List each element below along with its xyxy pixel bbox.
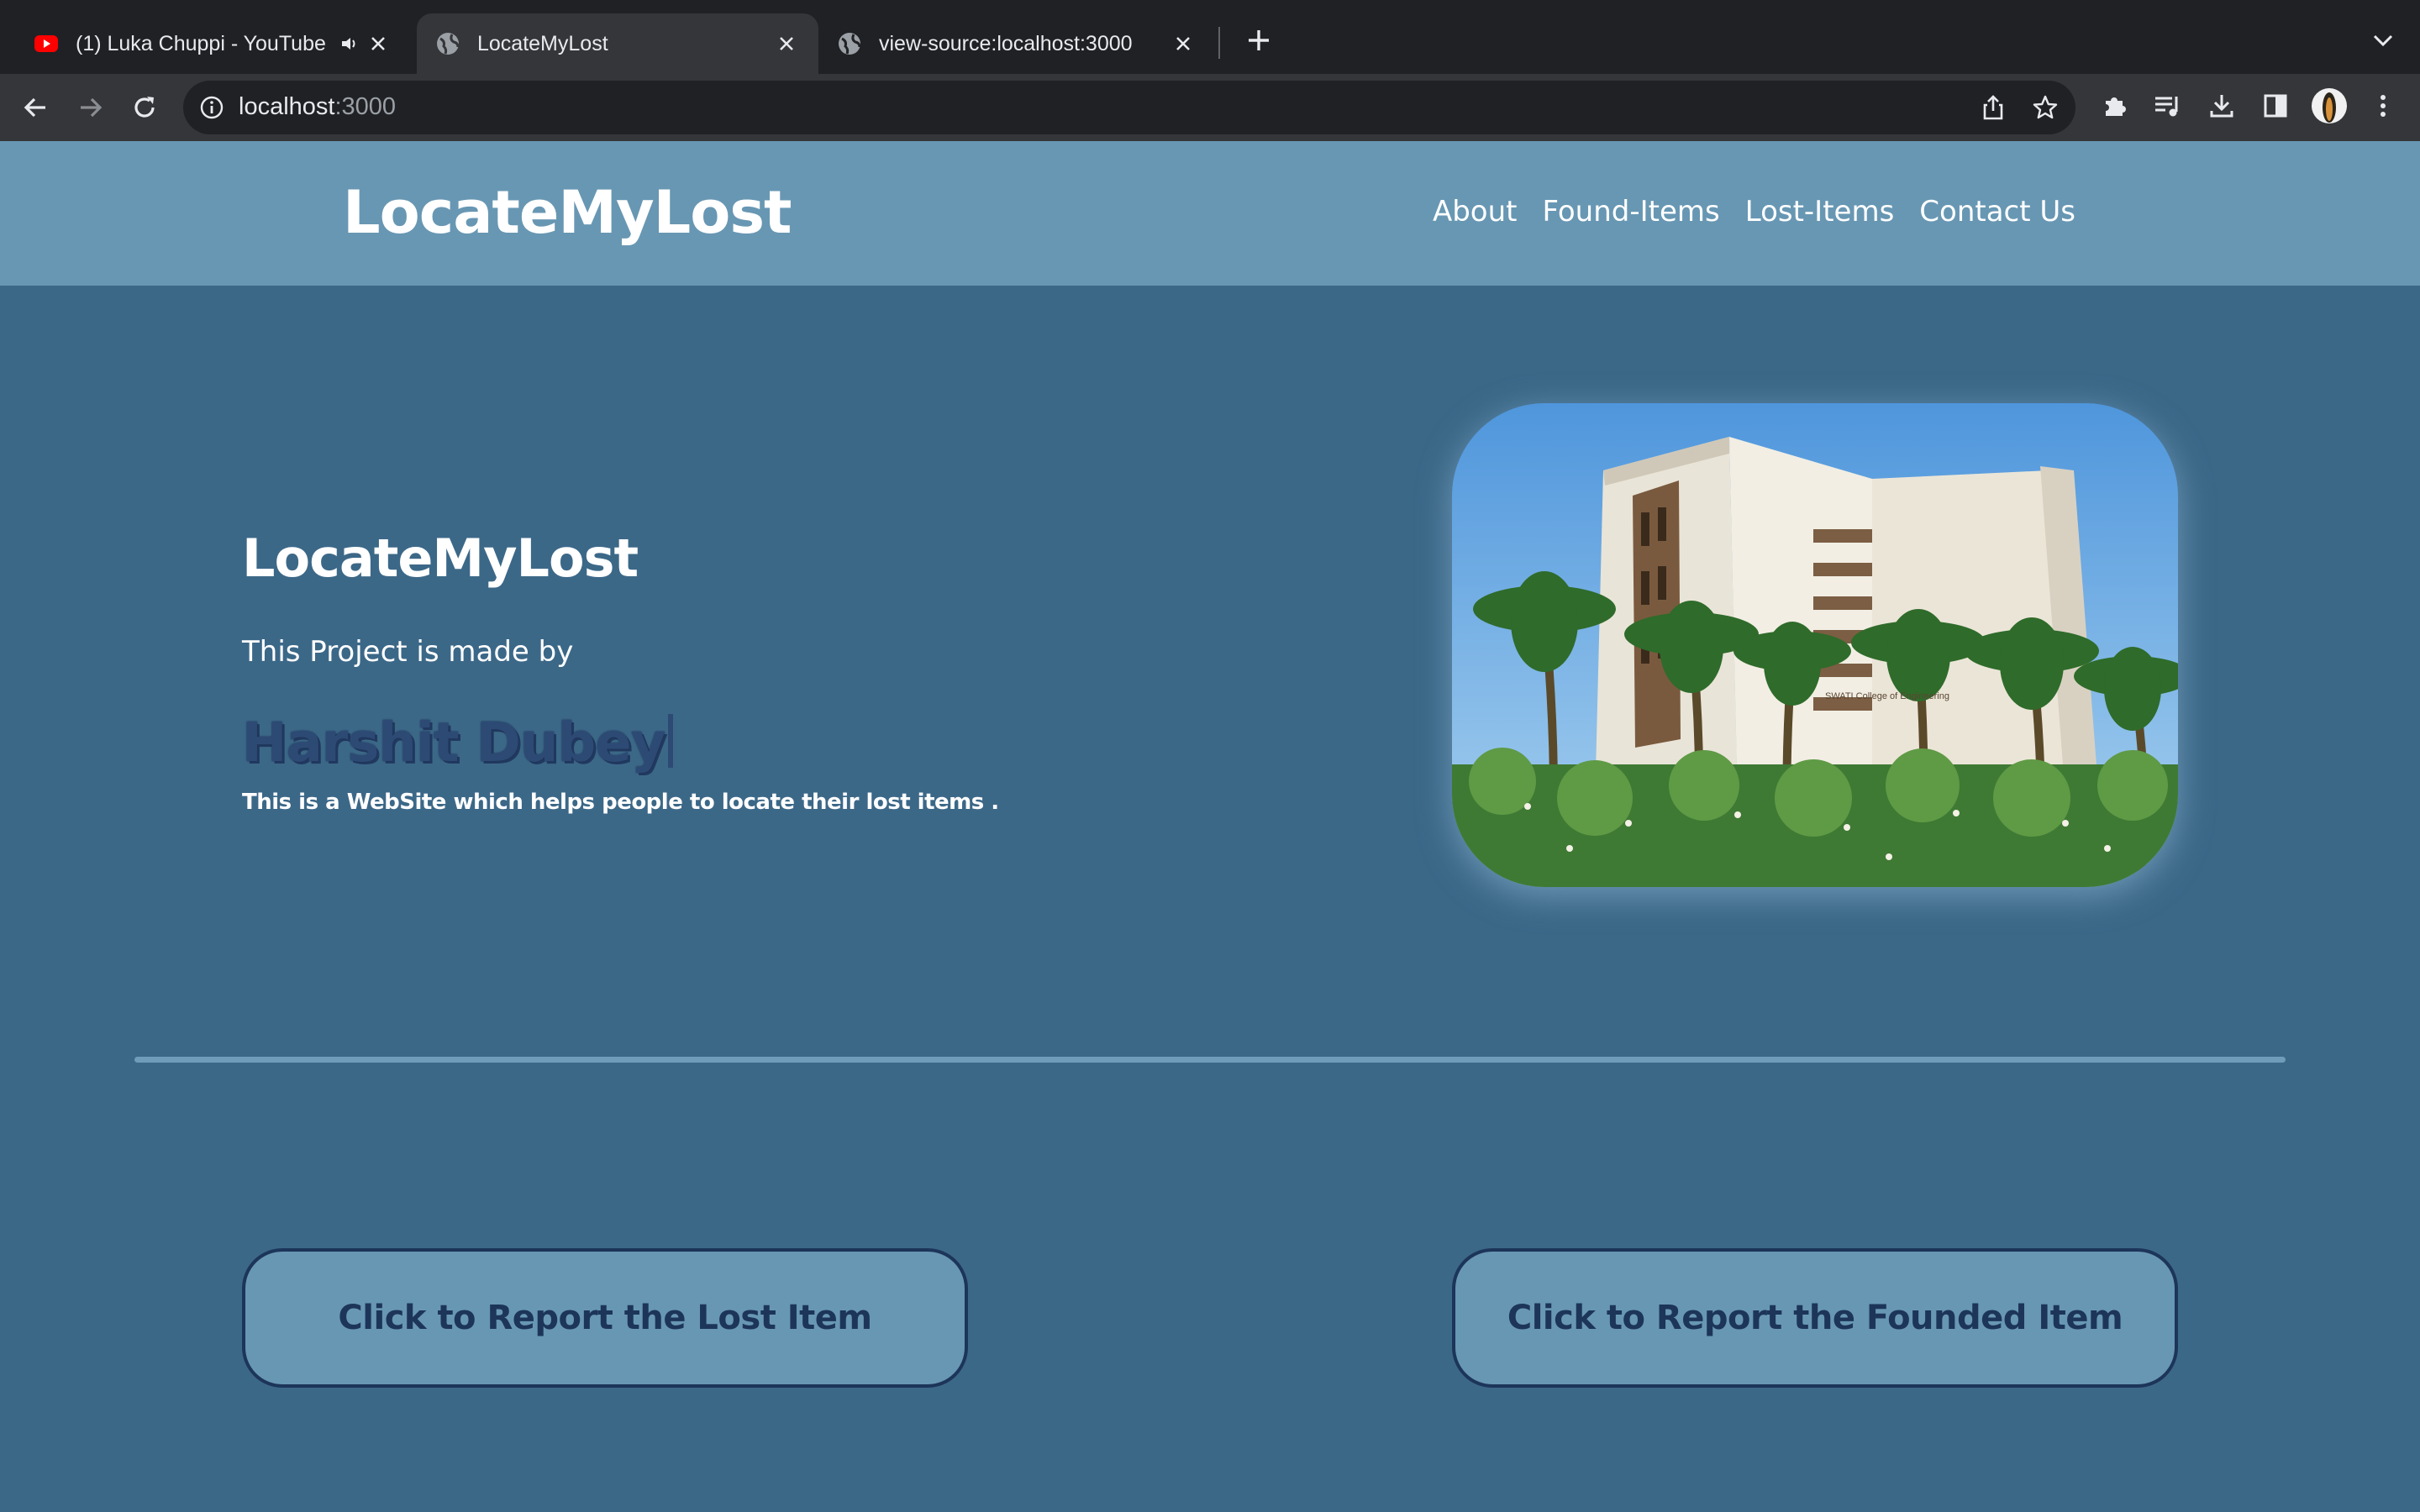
- tab-view-source[interactable]: view-source:localhost:3000: [820, 13, 1215, 74]
- profile-avatar[interactable]: [2311, 87, 2348, 124]
- nav-link-lost-items[interactable]: Lost-Items: [1745, 195, 1895, 228]
- bookmark-star-icon[interactable]: [2030, 92, 2060, 123]
- tab-title: view-source:localhost:3000: [879, 31, 1133, 55]
- browser-tab-strip: (1) Luka Chuppi - YouTube LocateMyLost v…: [0, 0, 2420, 74]
- tab-title: LocateMyLost: [477, 31, 608, 55]
- speaker-icon[interactable]: [339, 34, 360, 54]
- site-navbar: LocateMyLost About Found-Items Lost-Item…: [0, 141, 2420, 286]
- report-found-item-button[interactable]: Click to Report the Founded Item: [1452, 1248, 2178, 1388]
- nav-links: About Found-Items Lost-Items Contact Us: [1433, 195, 2075, 228]
- globe-icon: [839, 33, 861, 55]
- close-tab-icon[interactable]: [773, 30, 800, 57]
- side-panel-icon[interactable]: [2257, 87, 2294, 124]
- tab-title: (1) Luka Chuppi - YouTube: [76, 31, 326, 55]
- close-tab-icon[interactable]: [1170, 30, 1197, 57]
- text-cursor: [668, 714, 674, 768]
- report-lost-item-label: Click to Report the Lost Item: [338, 1299, 872, 1337]
- globe-icon: [437, 33, 460, 55]
- forward-button[interactable]: [72, 89, 109, 126]
- reload-button[interactable]: [126, 89, 163, 126]
- report-lost-item-button[interactable]: Click to Report the Lost Item: [242, 1248, 968, 1388]
- tab-locatemylost[interactable]: LocateMyLost: [417, 13, 818, 74]
- share-icon[interactable]: [1978, 92, 2008, 123]
- nav-link-contact-us[interactable]: Contact Us: [1919, 195, 2075, 228]
- info-icon[interactable]: [198, 94, 225, 121]
- tab-youtube[interactable]: (1) Luka Chuppi - YouTube: [17, 13, 410, 74]
- back-button[interactable]: [17, 89, 54, 126]
- more-menu-icon[interactable]: [2365, 87, 2402, 124]
- section-divider: [134, 1057, 2286, 1063]
- url-host: localhost: [239, 93, 335, 120]
- url-port: :3000: [334, 93, 397, 120]
- nav-link-about[interactable]: About: [1433, 195, 1518, 228]
- youtube-icon: [34, 35, 58, 52]
- hero-subtitle: This Project is made by: [242, 635, 574, 669]
- chevron-down-icon[interactable]: [2368, 25, 2398, 55]
- typewriter-name: Harshit Dubey: [242, 712, 674, 774]
- brand-logo[interactable]: LocateMyLost: [343, 178, 792, 247]
- hero-title: LocateMyLost: [242, 528, 639, 589]
- extensions-puzzle-icon[interactable]: [2096, 87, 2133, 124]
- close-tab-icon[interactable]: [365, 30, 392, 57]
- download-icon[interactable]: [2203, 87, 2240, 124]
- new-tab-button[interactable]: [1242, 24, 1276, 57]
- building-sign-text: SWATI College of Engineering: [1825, 691, 1949, 701]
- hero-description: This is a WebSite which helps people to …: [242, 790, 999, 815]
- address-bar[interactable]: localhost:3000: [183, 81, 2075, 134]
- media-playlist-icon[interactable]: [2149, 87, 2186, 124]
- url-text[interactable]: localhost:3000: [239, 93, 396, 121]
- author-name: Harshit Dubey: [242, 712, 666, 774]
- report-found-item-label: Click to Report the Founded Item: [1507, 1299, 2123, 1337]
- tab-separator: [1218, 27, 1220, 59]
- nav-link-found-items[interactable]: Found-Items: [1543, 195, 1720, 228]
- college-building-photo: SWATI College of Engineering: [1452, 403, 2178, 887]
